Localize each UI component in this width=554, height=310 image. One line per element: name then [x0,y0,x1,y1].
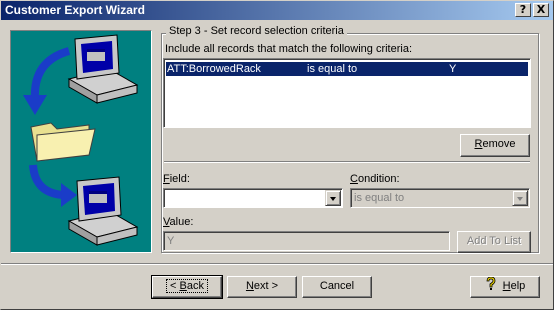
add-to-list-button[interactable]: Add To List [457,231,531,253]
footer-separator [1,263,553,265]
step-title: Step 3 - Set record selection criteria [166,25,347,37]
wizard-window: Customer Export Wizard ? X Step 3 - Set … [0,0,554,310]
value-input-text: Y [167,235,175,247]
help-button[interactable]: Help [470,276,540,298]
criteria-field: ATT:BorrowedRack [167,63,261,75]
list-item[interactable]: ATT:BorrowedRack is equal to Y [166,62,528,76]
help-title-button[interactable]: ? [515,3,531,17]
arrow-icon [29,164,77,207]
separator [164,161,530,163]
next-button[interactable]: Next > [227,276,297,298]
computer-icon [67,34,139,104]
wizard-illustration [10,30,152,253]
title-bar[interactable]: Customer Export Wizard ? X [1,1,553,20]
help-question-icon [486,276,496,290]
next-button-label: Next > [245,280,279,292]
chevron-down-icon [330,197,336,201]
illustration-art [23,34,139,246]
add-to-list-label: Add To List [466,235,522,247]
value-label: Value: [163,216,194,228]
condition-select-value: is equal to [354,192,405,204]
help-button-label: Help [485,276,525,292]
criteria-value: Y [449,63,457,75]
chevron-down-icon [517,197,523,201]
cancel-button-label: Cancel [319,280,355,292]
field-label: Field: [163,173,190,185]
remove-button-label: Remove [474,138,516,150]
back-button[interactable]: < Back [151,275,223,299]
close-title-button[interactable]: X [533,3,549,17]
criteria-condition: is equal to [307,63,358,75]
value-input[interactable]: Y [163,231,450,251]
condition-dropdown-button[interactable] [512,190,528,206]
condition-label: Condition: [350,173,400,185]
remove-button[interactable]: Remove [460,134,530,157]
arrow-icon [23,47,71,115]
instruction-label: Include all records that match the follo… [165,43,413,55]
field-dropdown-button[interactable] [325,190,341,206]
help-title-icon: ? [519,3,527,16]
close-icon: X [536,3,546,16]
computer-icon [67,176,139,246]
window-title: Customer Export Wizard [5,3,145,17]
back-button-label: < Back [166,279,208,293]
criteria-list[interactable]: ATT:BorrowedRack is equal to Y [163,58,531,128]
folder-icon [30,122,96,162]
cancel-button[interactable]: Cancel [302,276,372,298]
field-select[interactable] [163,188,343,208]
condition-select[interactable]: is equal to [350,188,530,208]
